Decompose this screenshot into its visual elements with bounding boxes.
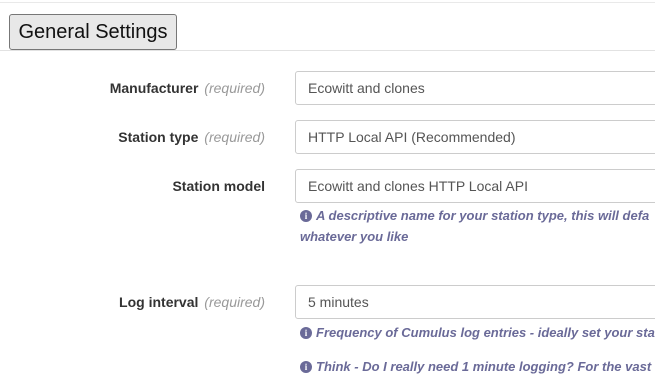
info-circle-icon: i <box>300 210 312 222</box>
manufacturer-required-text: (required) <box>204 80 265 96</box>
station-model-help: i A descriptive name for your station typ… <box>300 206 649 226</box>
station-type-required-text: (required) <box>204 129 265 145</box>
log-interval-help-frequency-text: Frequency of Cumulus log entries - ideal… <box>316 325 655 340</box>
info-circle-icon: i <box>300 327 312 339</box>
station-type-label-text: Station type <box>118 129 199 145</box>
log-interval-help-frequency: i Frequency of Cumulus log entries - idea… <box>300 323 655 343</box>
log-interval-label: Log interval (required) <box>0 293 265 311</box>
log-interval-label-text: Log interval <box>119 294 199 310</box>
log-interval-help-think-text: Think - Do I really need 1 minute loggin… <box>316 359 652 374</box>
station-model-help-line1: A descriptive name for your station type… <box>316 208 650 223</box>
manufacturer-label: Manufacturer (required) <box>0 79 265 97</box>
general-settings-section-button[interactable]: General Settings <box>9 14 177 50</box>
station-type-select[interactable]: HTTP Local API (Recommended) <box>295 120 655 154</box>
section-divider <box>0 50 655 51</box>
log-interval-select[interactable]: 5 minutes <box>295 285 655 319</box>
station-model-help-continued: whatever you like <box>300 229 409 244</box>
top-divider <box>0 2 655 3</box>
info-circle-icon: i <box>300 361 312 373</box>
manufacturer-select[interactable]: Ecowitt and clones <box>295 71 655 105</box>
settings-page: General Settings Manufacturer (required)… <box>0 0 655 387</box>
station-model-input[interactable]: Ecowitt and clones HTTP Local API <box>295 169 655 203</box>
log-interval-help-think: i Think - Do I really need 1 minute loggi… <box>300 357 651 377</box>
station-model-label: Station model <box>0 177 265 195</box>
log-interval-required-text: (required) <box>204 294 265 310</box>
station-model-label-text: Station model <box>172 178 265 194</box>
station-type-label: Station type (required) <box>0 128 265 146</box>
manufacturer-label-text: Manufacturer <box>109 80 199 96</box>
